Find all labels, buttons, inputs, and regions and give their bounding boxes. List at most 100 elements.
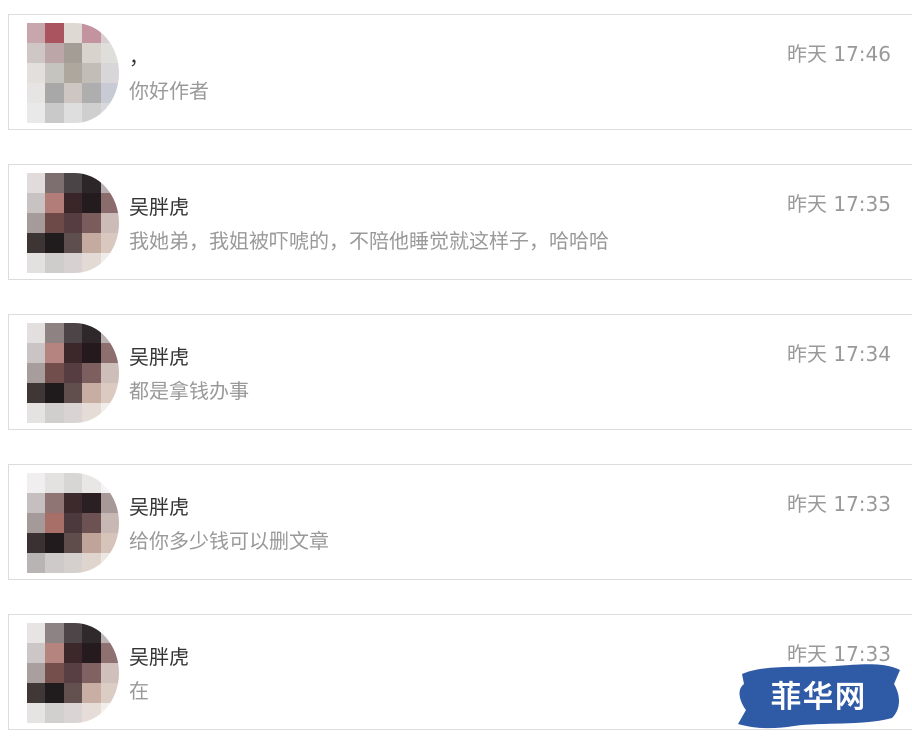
avatar-pixel (45, 513, 64, 533)
avatar-pixel (27, 43, 46, 63)
avatar-pixel (63, 103, 83, 123)
avatar-pixel (27, 683, 46, 703)
avatar[interactable] (27, 323, 119, 423)
avatar[interactable] (27, 473, 119, 573)
avatar-pixel (100, 553, 119, 573)
avatar-pixel (100, 703, 119, 723)
avatar-pixel (27, 23, 46, 43)
message-time: 昨天 17:46 (787, 42, 891, 66)
avatar-pixel (100, 683, 119, 703)
avatar-pixel (82, 83, 101, 103)
avatar-pixel (100, 323, 119, 343)
avatar-pixel (45, 473, 64, 493)
sender-name: ， (129, 45, 149, 69)
avatar-pixel (63, 703, 83, 723)
watermark-text: 菲华网 (771, 680, 867, 715)
avatar[interactable] (27, 173, 119, 273)
avatar-pixel (100, 343, 119, 363)
avatar-pixel (82, 663, 101, 683)
avatar-pixel (63, 473, 83, 493)
message-preview: 都是拿钱办事 (129, 379, 249, 403)
avatar-pixel (27, 473, 46, 493)
avatar-pixel (27, 213, 46, 233)
avatar-pixel (82, 213, 101, 233)
avatar-pixel (82, 323, 101, 343)
message-preview: 你好作者 (129, 79, 209, 103)
avatar-pixel (45, 493, 64, 513)
avatar-pixel (82, 103, 101, 123)
sender-name: 吴胖虎 (129, 645, 189, 669)
avatar-pixel (63, 683, 83, 703)
avatar[interactable] (27, 23, 119, 123)
avatar-pixel (45, 233, 64, 253)
message-item[interactable]: 吴胖虎 我她弟，我姐被吓唬的，不陪他睡觉就这样子，哈哈哈 昨天 17:35 (8, 164, 912, 280)
avatar-pixel (27, 533, 46, 553)
avatar-pixel (82, 643, 101, 663)
avatar-pixel (27, 63, 46, 83)
avatar-pixel (82, 63, 101, 83)
avatar-pixel (100, 233, 119, 253)
avatar-pixel (63, 213, 83, 233)
sender-name: 吴胖虎 (129, 195, 189, 219)
message-time: 昨天 17:33 (787, 492, 891, 516)
avatar-pixel (27, 553, 46, 573)
avatar-pixel (63, 323, 83, 343)
avatar-pixel (82, 703, 101, 723)
avatar-pixel (63, 383, 83, 403)
avatar-pixel (82, 493, 101, 513)
avatar-pixel (27, 703, 46, 723)
avatar-pixel (45, 83, 64, 103)
avatar-pixel (45, 323, 64, 343)
avatar-pixel (100, 63, 119, 83)
avatar-pixel (82, 193, 101, 213)
message-preview: 在 (129, 679, 149, 703)
avatar-pixel (100, 493, 119, 513)
message-item[interactable]: 吴胖虎 给你多少钱可以删文章 昨天 17:33 (8, 464, 912, 580)
avatar-pixel (45, 533, 64, 553)
avatar-pixel (63, 343, 83, 363)
avatar-pixel (27, 643, 46, 663)
avatar-pixel (27, 493, 46, 513)
avatar-pixel (45, 253, 64, 273)
avatar-pixel (100, 23, 119, 43)
message-time: 昨天 17:34 (787, 342, 891, 366)
avatar-pixel (63, 643, 83, 663)
avatar-pixel (45, 403, 64, 423)
sender-name: 吴胖虎 (129, 495, 189, 519)
avatar-pixel (100, 173, 119, 193)
message-item[interactable]: ， 你好作者 昨天 17:46 (8, 14, 912, 130)
avatar-pixel (27, 343, 46, 363)
avatar-pixel (82, 253, 101, 273)
avatar-pixel (82, 233, 101, 253)
avatar-pixel (45, 663, 64, 683)
site-watermark-logo: 菲华网 (734, 660, 904, 732)
message-preview: 我她弟，我姐被吓唬的，不陪他睡觉就这样子，哈哈哈 (129, 229, 609, 253)
avatar-pixel (82, 623, 101, 643)
avatar-pixel (63, 663, 83, 683)
avatar[interactable] (27, 623, 119, 723)
avatar-pixel (45, 213, 64, 233)
avatar-pixel (45, 63, 64, 83)
avatar-pixel (63, 233, 83, 253)
avatar-pixel (82, 383, 101, 403)
avatar-pixel (27, 233, 46, 253)
avatar-pixel (27, 513, 46, 533)
avatar-pixel (45, 43, 64, 63)
avatar-pixel (100, 213, 119, 233)
avatar-pixel (27, 173, 46, 193)
avatar-pixel (63, 493, 83, 513)
avatar-pixel (27, 253, 46, 273)
avatar-pixel (63, 363, 83, 383)
avatar-pixel (45, 23, 64, 43)
avatar-pixel (100, 83, 119, 103)
avatar-pixel (63, 193, 83, 213)
avatar-pixel (27, 403, 46, 423)
avatar-pixel (100, 513, 119, 533)
avatar-pixel (45, 703, 64, 723)
avatar-pixel (27, 83, 46, 103)
avatar-pixel (100, 403, 119, 423)
avatar-pixel (63, 533, 83, 553)
message-item[interactable]: 吴胖虎 都是拿钱办事 昨天 17:34 (8, 314, 912, 430)
avatar-pixel (45, 363, 64, 383)
avatar-pixel (63, 403, 83, 423)
